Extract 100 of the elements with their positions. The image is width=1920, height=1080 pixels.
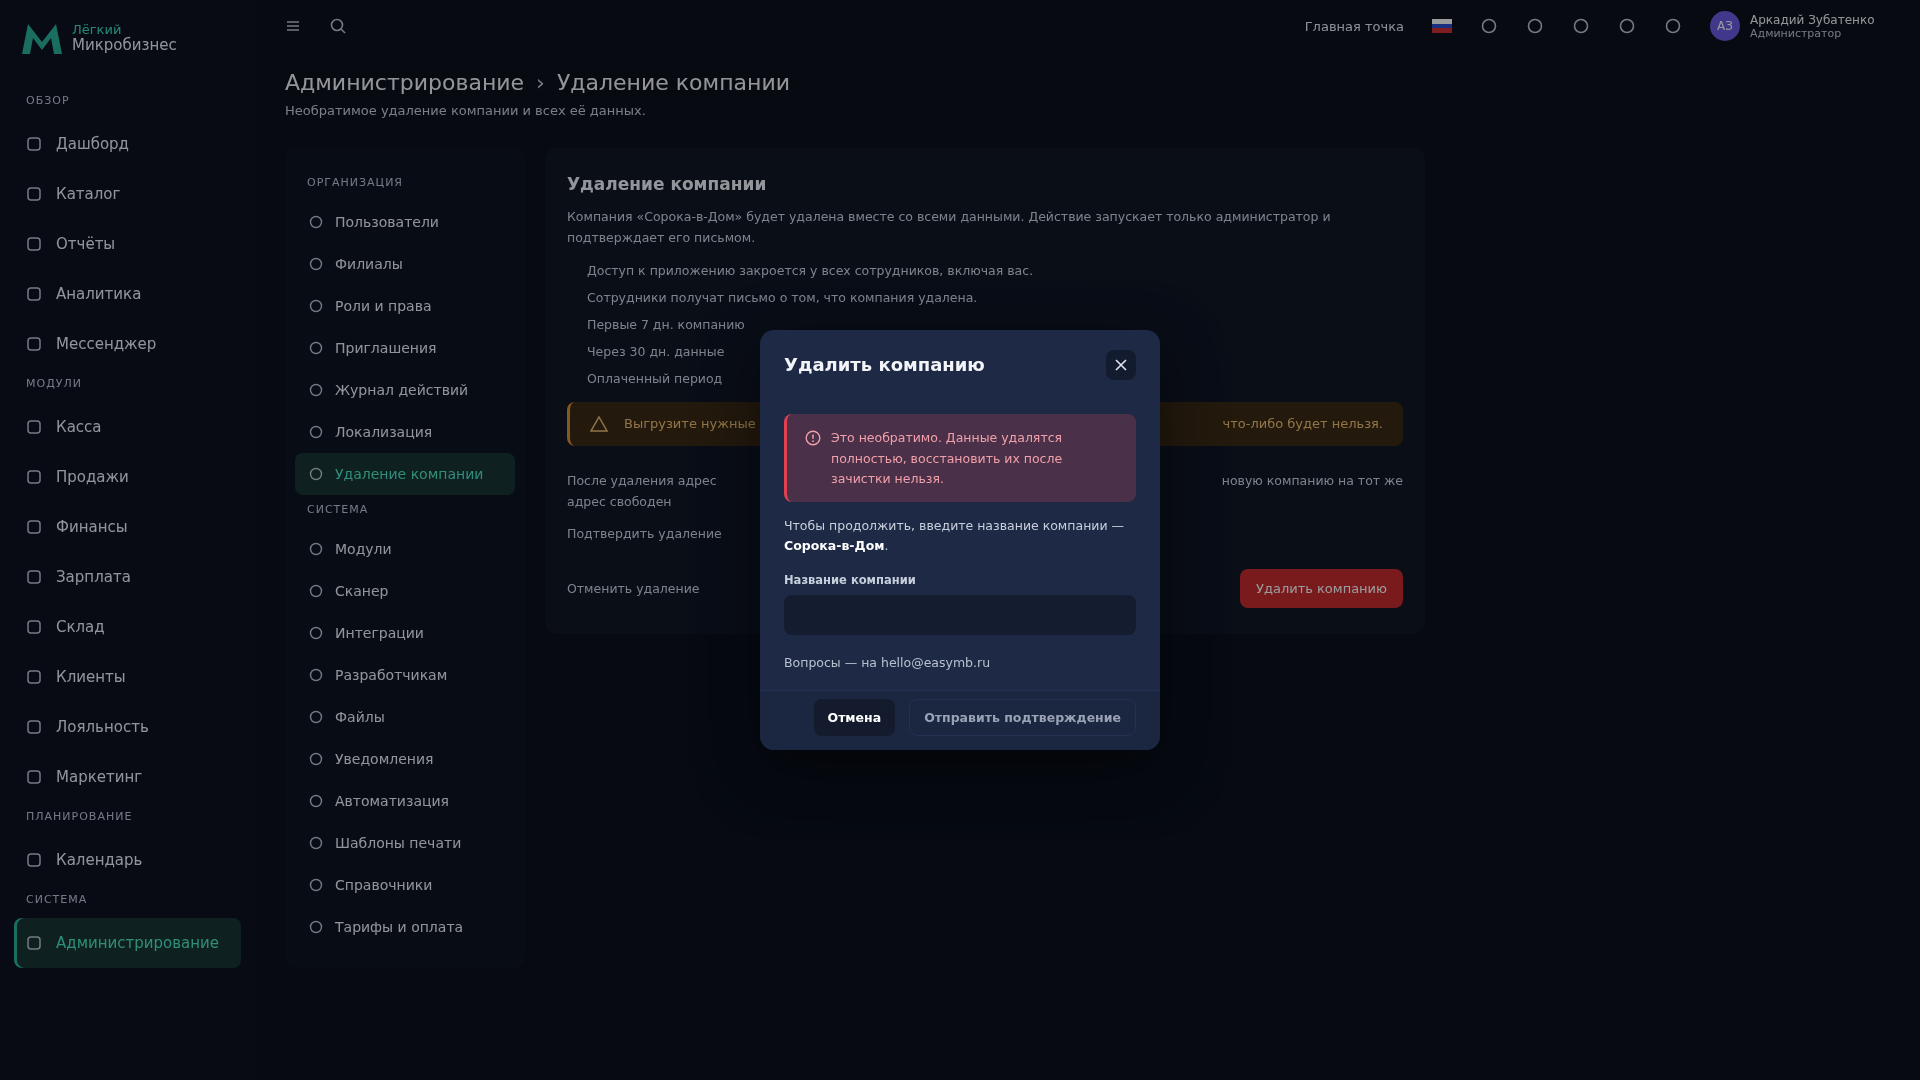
- settings-nav-item[interactable]: Сканер: [295, 570, 515, 612]
- nav-icon: [309, 542, 323, 556]
- settings-nav-item[interactable]: Тарифы и оплата: [295, 906, 515, 948]
- settings-nav-item[interactable]: Локализация: [295, 411, 515, 453]
- nav-icon: [309, 752, 323, 766]
- nav-icon: [309, 668, 323, 682]
- warning-text: что-либо будет нельзя.: [1222, 416, 1383, 431]
- nav-icon: [26, 336, 42, 352]
- close-button[interactable]: [1106, 349, 1136, 380]
- settings-nav-item[interactable]: Модули: [295, 528, 515, 570]
- sidebar-item[interactable]: Клиенты: [14, 652, 241, 702]
- dialog-title: Удалить компанию: [784, 354, 985, 376]
- flag-icon[interactable]: [1432, 19, 1452, 33]
- section-title: ПЛАНИРОВАНИЕ: [26, 810, 134, 823]
- section-title: ОБЗОР: [26, 94, 71, 107]
- nav-icon: [309, 794, 323, 808]
- settings-nav-item[interactable]: Уведомления: [295, 738, 515, 780]
- section-title: МОДУЛИ: [26, 377, 83, 390]
- nav-icon: [309, 341, 323, 355]
- nav-icon: [309, 584, 323, 598]
- avatar[interactable]: АЗ: [1710, 11, 1740, 41]
- card-text: Отменить удаление: [567, 581, 700, 596]
- nav-icon: [26, 769, 42, 785]
- section-title: СИСТЕМА: [307, 503, 370, 516]
- nav-icon: [26, 469, 42, 485]
- logo-subtitle: Лёгкий: [72, 22, 123, 37]
- field-label: Название компании: [784, 573, 917, 588]
- toolbar-icon[interactable]: [1572, 17, 1590, 35]
- sidebar-item[interactable]: Дашборд: [14, 119, 241, 169]
- page-subtitle: Необратимое удаление компании и всех её данных.: [285, 103, 647, 118]
- sidebar-item[interactable]: Продажи: [14, 452, 241, 502]
- toolbar-icon[interactable]: [1618, 17, 1636, 35]
- nav-icon: [309, 710, 323, 724]
- toolbar-icon[interactable]: [1664, 17, 1682, 35]
- breadcrumb-item[interactable]: Администрирование: [285, 70, 525, 95]
- menu-icon[interactable]: [285, 18, 301, 34]
- nav-icon: [26, 935, 42, 951]
- card-text: новую компанию на тот же: [1221, 471, 1403, 490]
- nav-icon: [26, 569, 42, 585]
- dialog-text: Чтобы продолжить, введите название компании — Сорока-в-Дом.: [784, 516, 1126, 556]
- sidebar-item[interactable]: Лояльность: [14, 702, 241, 752]
- nav-icon: [26, 136, 42, 152]
- nav-icon: [309, 425, 323, 439]
- toolbar-icon[interactable]: [1526, 17, 1544, 35]
- section-title: ОРГАНИЗАЦИЯ: [307, 176, 404, 189]
- list-item: Оплаченный период: [587, 370, 724, 386]
- cancel-button[interactable]: Отмена: [813, 699, 896, 737]
- settings-nav-item[interactable]: Шаблоны печати: [295, 822, 515, 864]
- nav-icon: [26, 419, 42, 435]
- nav-icon: [26, 186, 42, 202]
- settings-nav-item[interactable]: Роли и права: [295, 285, 515, 327]
- settings-nav-item[interactable]: Автоматизация: [295, 780, 515, 822]
- user-role: Администратор: [1750, 26, 1842, 40]
- breadcrumb-separator: ›: [536, 70, 545, 95]
- settings-nav-item[interactable]: Интеграции: [295, 612, 515, 654]
- logo-title: Микробизнес: [72, 36, 177, 54]
- sidebar-item[interactable]: Каталог: [14, 169, 241, 219]
- settings-nav-item[interactable]: Журнал действий: [295, 369, 515, 411]
- sidebar-item[interactable]: Склад: [14, 602, 241, 652]
- breadcrumb-item: Удаление компании: [556, 70, 791, 95]
- search-icon[interactable]: [329, 17, 347, 35]
- settings-nav-item[interactable]: Приглашения: [295, 327, 515, 369]
- sidebar-item[interactable]: Касса: [14, 402, 241, 452]
- sidebar-item[interactable]: Аналитика: [14, 269, 241, 319]
- location-selector[interactable]: Главная точка: [1304, 18, 1404, 34]
- sidebar-item[interactable]: Администрирование: [14, 918, 241, 968]
- sidebar-item[interactable]: Финансы: [14, 502, 241, 552]
- nav-icon: [309, 920, 323, 934]
- nav-icon: [26, 719, 42, 735]
- confirm-button[interactable]: Отправить подтверждение: [909, 699, 1136, 737]
- nav-icon: [26, 669, 42, 685]
- nav-icon: [26, 286, 42, 302]
- sidebar-item[interactable]: Маркетинг: [14, 752, 241, 802]
- settings-nav-item[interactable]: Файлы: [295, 696, 515, 738]
- sidebar-item[interactable]: Зарплата: [14, 552, 241, 602]
- settings-nav-item[interactable]: Разработчикам: [295, 654, 515, 696]
- settings-nav-item[interactable]: Пользователи: [295, 201, 515, 243]
- toolbar-icon[interactable]: [1480, 17, 1498, 35]
- nav-icon: [309, 383, 323, 397]
- list-item: Доступ к приложению закроется у всех сотрудников, включая вас.: [587, 262, 1035, 278]
- nav-icon: [309, 299, 323, 313]
- card-text: Компания «Сорока-в-Дом» будет удалена вместе со всеми данными. Действие запускает только администратор и подтверждает его письмом.: [567, 208, 1332, 248]
- card-text: После удаления адрес: [567, 471, 717, 490]
- nav-icon: [26, 236, 42, 252]
- nav-icon: [26, 619, 42, 635]
- list-item: Первые 7 дн. компанию: [587, 316, 746, 332]
- sidebar-item[interactable]: Отчёты: [14, 219, 241, 269]
- sidebar-item[interactable]: Мессенджер: [14, 319, 241, 369]
- nav-icon: [309, 215, 323, 229]
- settings-nav-item[interactable]: Справочники: [295, 864, 515, 906]
- nav-icon: [309, 257, 323, 271]
- settings-nav-item[interactable]: Удаление компании: [295, 453, 515, 495]
- settings-nav-item[interactable]: Филиалы: [295, 243, 515, 285]
- sidebar-item[interactable]: Календарь: [14, 835, 241, 885]
- list-item: Через 30 дн. данные: [587, 343, 726, 359]
- delete-button[interactable]: Удалить компанию: [1240, 569, 1403, 608]
- nav-icon: [309, 836, 323, 850]
- dialog-text: Вопросы — на hello@easymb.ru: [784, 655, 992, 671]
- alert-text: Это необратимо. Данные удалятся полностью, восстановить их после зачистки нельзя.: [831, 428, 1064, 489]
- nav-icon: [26, 519, 42, 535]
